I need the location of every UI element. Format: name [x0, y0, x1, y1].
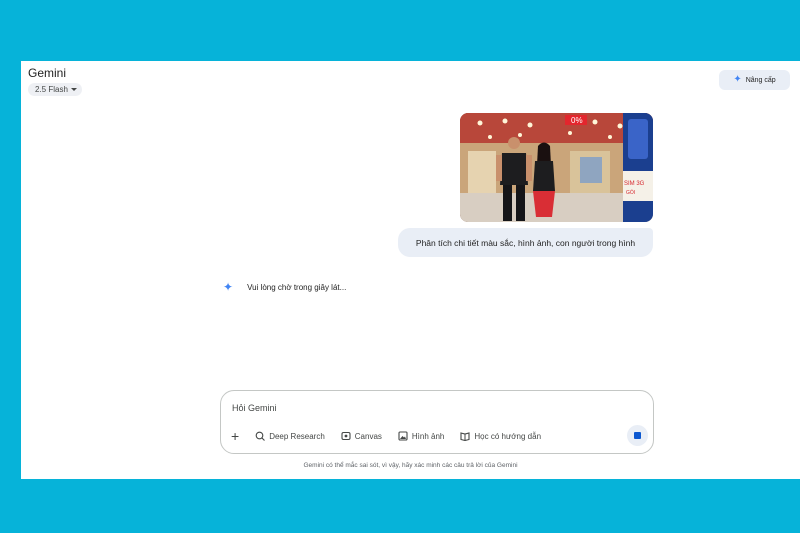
loading-text: Vui lòng chờ trong giây lát... [247, 282, 347, 292]
prompt-placeholder[interactable]: Hỏi Gemini [232, 403, 277, 413]
prompt-box[interactable]: Hỏi Gemini + Deep Research Canvas Hình ả… [220, 390, 654, 454]
user-message-text: Phân tích chi tiết màu sắc, hình ảnh, co… [415, 237, 636, 248]
promo-badge: 0% [571, 116, 583, 125]
deep-research-icon [255, 431, 266, 441]
stop-button[interactable] [627, 425, 648, 446]
book-icon [460, 432, 470, 441]
deep-research-label: Deep Research [269, 431, 325, 441]
canvas-button[interactable]: Canvas [341, 431, 382, 441]
gemini-window: Gemini 2.5 Flash ✦ Nâng cấp 0% SIM 3G GÓ… [21, 61, 800, 479]
model-label: 2.5 Flash [35, 85, 68, 94]
add-icon[interactable]: + [231, 429, 239, 443]
deep-research-button[interactable]: Deep Research [255, 431, 325, 441]
uploaded-photo[interactable]: 0% SIM 3G GÓI [460, 113, 653, 222]
image-label: Hình ảnh [411, 431, 445, 441]
gemini-spark-icon: ✦ [223, 280, 234, 294]
canvas-icon [341, 431, 351, 441]
canvas-label: Canvas [354, 431, 382, 441]
response-loading: ✦ Vui lòng chờ trong giây lát... [223, 281, 346, 293]
stop-icon [634, 432, 641, 439]
toolbar: + Deep Research Canvas Hình ảnh Học có h… [231, 429, 541, 443]
caret-down-icon [70, 88, 77, 91]
image-button[interactable]: Hình ảnh [398, 431, 444, 441]
sparkle-icon: ✦ [733, 74, 742, 85]
guided-learning-label: Học có hướng dẫn [474, 431, 542, 441]
upgrade-label: Nâng cấp [745, 76, 776, 84]
app-title: Gemini [28, 66, 67, 80]
user-message-bubble: Phân tích chi tiết màu sắc, hình ảnh, co… [398, 228, 653, 257]
image-icon [398, 431, 408, 441]
upgrade-button[interactable]: ✦ Nâng cấp [719, 70, 790, 90]
disclaimer: Gemini có thể mắc sai sót, vì vậy, hãy x… [303, 462, 518, 469]
package-text: GÓI [626, 189, 635, 196]
store-photo-illustration: 0% SIM 3G GÓI [460, 113, 653, 222]
model-selector[interactable]: 2.5 Flash [28, 83, 82, 96]
sim-text: SIM 3G [624, 181, 645, 187]
guided-learning-button[interactable]: Học có hướng dẫn [460, 431, 541, 441]
